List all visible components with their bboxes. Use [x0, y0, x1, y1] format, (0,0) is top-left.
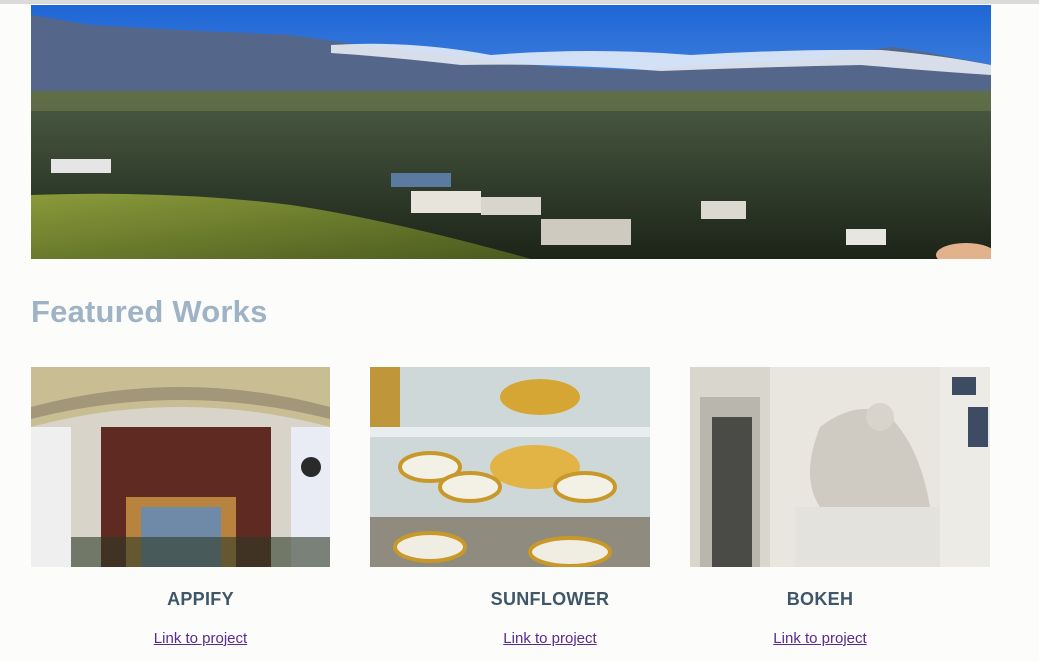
project-name: BOKEH — [786, 589, 854, 609]
featured-works-title: Featured Works — [31, 294, 268, 329]
hero-image — [31, 5, 991, 259]
project-card-sunflower: SUNFLOWER Link to project — [370, 367, 650, 661]
browser-top-edge — [0, 0, 1039, 4]
project-card-bokeh: BOKEH Link to project — [690, 367, 990, 661]
project-name: SUNFLOWER — [490, 589, 610, 609]
project-name: APPIFY — [167, 589, 234, 609]
project-card-appify: APPIFY Link to project — [31, 367, 330, 661]
gold-porcelain-image — [370, 367, 650, 567]
statue-building-image — [690, 367, 990, 567]
project-link-bokeh[interactable]: Link to project — [670, 630, 970, 647]
project-link-appify[interactable]: Link to project — [51, 630, 350, 647]
project-link-sunflower[interactable]: Link to project — [410, 630, 690, 647]
church-altar-image — [31, 367, 330, 567]
